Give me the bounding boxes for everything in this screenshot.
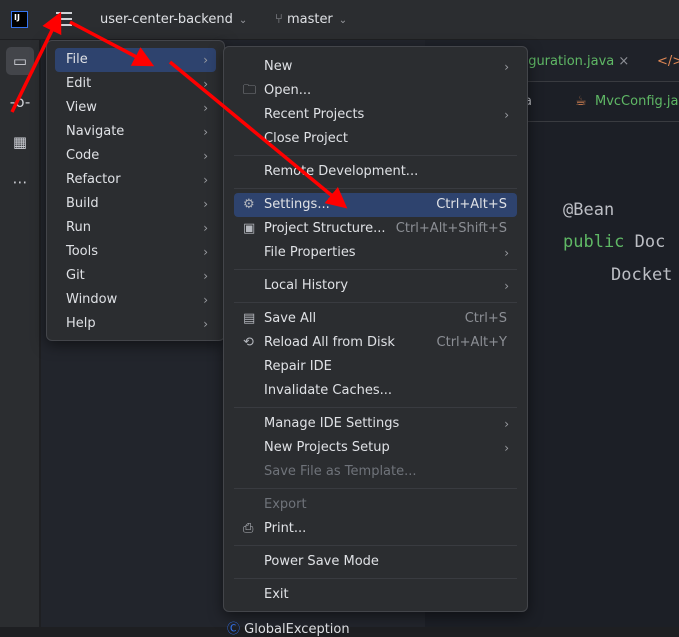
menu-item-edit[interactable]: Edit › (55, 72, 216, 96)
save-icon: ▤ (243, 311, 256, 326)
menu-item-project-structure[interactable]: ▣ Project Structure... Ctrl+Alt+Shift+S (234, 217, 517, 241)
menu-item-run[interactable]: Run › (55, 216, 216, 240)
tree-file-row[interactable]: Ⓒ GlobalException (227, 618, 350, 637)
title-bar: IJ user-center-backend ⌄ ⑂ master ⌄ (0, 0, 679, 40)
menu-item-close-project[interactable]: Close Project (234, 127, 517, 151)
menu-item-new[interactable]: New › (234, 55, 517, 79)
keyword: public (563, 232, 625, 252)
project-name: user-center-backend (100, 12, 233, 27)
menu-item-local-history[interactable]: Local History › (234, 274, 517, 298)
shortcut: Ctrl+Alt+Y (436, 335, 507, 350)
tree-file-label: GlobalException (244, 622, 350, 637)
separator (224, 184, 527, 193)
file-submenu: New › 🗀 Open... Recent Projects › Close Pro… (223, 46, 528, 612)
tool-window-strip: ▭ -o- ▦ ⋯ (0, 40, 40, 627)
separator (224, 574, 527, 583)
menu-item-help[interactable]: Help › (55, 312, 216, 336)
reload-icon: ⟲ (243, 335, 254, 350)
main-menu-hamburger-icon[interactable] (56, 12, 72, 26)
menu-item-reload-all[interactable]: ⟲ Reload All from Disk Ctrl+Alt+Y (234, 331, 517, 355)
menu-item-file[interactable]: File › (55, 48, 216, 72)
git-branch-icon: ⑂ (275, 12, 287, 27)
editor-tab[interactable]: figuration.java × (520, 54, 629, 69)
chevron-down-icon: ⌄ (238, 15, 248, 26)
code-annotation: @Bean (563, 200, 615, 220)
code-line: Docket (611, 265, 673, 285)
menu-item-export: Export (264, 497, 307, 512)
menu-item-repair-ide[interactable]: Repair IDE (234, 355, 517, 379)
editor-tab[interactable]: MvcConfig.java (595, 94, 679, 109)
separator (224, 403, 527, 412)
separator (224, 265, 527, 274)
structure-icon[interactable]: ▦ (6, 128, 34, 156)
html-file-icon[interactable]: </> (657, 54, 679, 69)
menu-item-print[interactable]: ⎙ Print... (234, 517, 517, 541)
tab-label: figuration.java (520, 54, 615, 69)
menu-item-build[interactable]: Build › (55, 192, 216, 216)
menu-item-new-projects-setup[interactable]: New Projects Setup › (234, 436, 517, 460)
menu-item-view[interactable]: View › (55, 96, 216, 120)
menu-item-window[interactable]: Window › (55, 288, 216, 312)
menu-item-settings[interactable]: ⚙ Settings... Ctrl+Alt+S (234, 193, 517, 217)
menu-item-save-all[interactable]: ▤ Save All Ctrl+S (234, 307, 517, 331)
main-menu: File › Edit › View › Navigate › Code › Refact… (46, 40, 225, 341)
branch-name: master (286, 12, 333, 27)
separator (224, 151, 527, 160)
menu-item-save-file-as-template: Save File as Template... (264, 464, 417, 479)
project-folder-icon[interactable]: ▭ (6, 47, 34, 75)
menu-item-code[interactable]: Code › (55, 144, 216, 168)
separator (224, 298, 527, 307)
separator (224, 484, 527, 493)
printer-icon: ⎙ (243, 521, 254, 536)
menu-item-power-save-mode[interactable]: Power Save Mode (234, 550, 517, 574)
menu-item-tools[interactable]: Tools › (55, 240, 216, 264)
menu-item-refactor[interactable]: Refactor › (55, 168, 216, 192)
separator (224, 541, 527, 550)
shortcut: Ctrl+Alt+Shift+S (395, 221, 507, 236)
project-structure-icon: ▣ (243, 221, 256, 236)
menu-item-exit[interactable]: Exit (234, 583, 517, 607)
menu-item-file-properties[interactable]: File Properties › (234, 241, 517, 265)
close-tab-icon[interactable]: × (618, 54, 629, 69)
chevron-down-icon: ⌄ (338, 15, 348, 26)
menu-item-manage-ide-settings[interactable]: Manage IDE Settings › (234, 412, 517, 436)
code-line: public Doc (563, 232, 665, 252)
java-class-icon: ☕ (575, 94, 587, 109)
shortcut: Ctrl+S (464, 311, 507, 326)
menu-item-recent-projects[interactable]: Recent Projects › (234, 103, 517, 127)
menu-item-remote-development[interactable]: Remote Development... (234, 160, 517, 184)
branch-selector[interactable]: ⑂ master ⌄ (275, 12, 347, 27)
menu-item-git[interactable]: Git › (55, 264, 216, 288)
chevron-right-icon: › (203, 53, 208, 67)
folder-icon: 🗀 (243, 83, 257, 98)
intellij-logo: IJ (11, 11, 28, 28)
shortcut: Ctrl+Alt+S (436, 197, 507, 212)
code-type: Doc (634, 232, 666, 252)
project-selector[interactable]: user-center-backend ⌄ (100, 12, 247, 27)
menu-item-invalidate-caches[interactable]: Invalidate Caches... (234, 379, 517, 403)
menu-item-navigate[interactable]: Navigate › (55, 120, 216, 144)
menu-item-open[interactable]: 🗀 Open... (234, 79, 517, 103)
gear-icon: ⚙ (243, 197, 255, 212)
more-icon[interactable]: ⋯ (6, 168, 34, 196)
commit-icon[interactable]: -o- (6, 88, 34, 116)
